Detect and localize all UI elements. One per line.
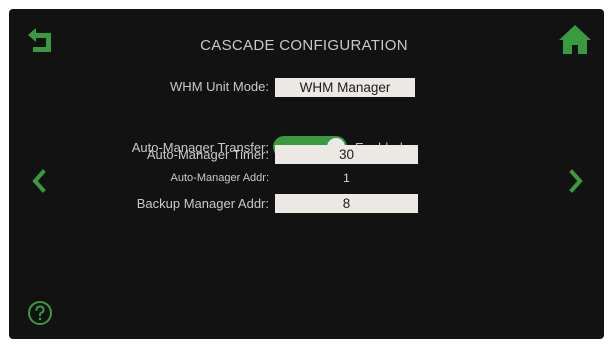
cascade-configuration-screen: CASCADE CONFIGURATION WHM Unit Mode: WHM…	[9, 9, 604, 339]
question-circle-icon[interactable]	[27, 300, 53, 326]
auto-manager-addr-value: 1	[343, 171, 350, 185]
auto-manager-addr-label: Auto-Manager Addr:	[170, 172, 269, 184]
backup-manager-addr-label: Backup Manager Addr:	[136, 196, 269, 211]
unit-mode-field[interactable]: WHM Manager	[275, 78, 415, 97]
page-title: CASCADE CONFIGURATION	[200, 37, 408, 54]
backup-manager-addr-field[interactable]: 8	[275, 194, 418, 213]
auto-manager-timer-field[interactable]: 30	[275, 145, 418, 164]
home-icon[interactable]	[557, 23, 593, 57]
return-arrow-icon[interactable]	[26, 23, 60, 57]
unit-mode-label: WHM Unit Mode:	[170, 79, 269, 94]
chevron-right-icon[interactable]	[565, 167, 587, 195]
chevron-left-icon[interactable]	[28, 167, 50, 195]
auto-manager-timer-label: Auto-Manager Timer:	[146, 147, 269, 162]
